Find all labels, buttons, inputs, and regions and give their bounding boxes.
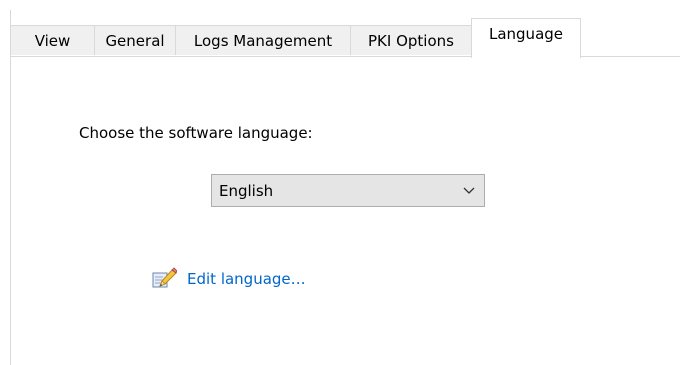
pencil-edit-icon [151,267,177,291]
options-dialog: View General Logs Management PKI Options… [0,0,680,365]
tab-pki-options[interactable]: PKI Options [350,25,472,55]
language-tab-panel: Choose the software language: English Ed… [11,57,680,365]
tab-language[interactable]: Language [471,18,581,58]
tab-logs-management[interactable]: Logs Management [175,25,351,55]
language-dropdown-value: English [219,181,274,200]
chevron-down-icon [454,175,484,206]
edit-language-link[interactable]: Edit language… [151,267,306,291]
tab-view[interactable]: View [10,25,95,55]
tab-bar: View General Logs Management PKI Options… [10,18,680,58]
tab-general[interactable]: General [94,25,176,55]
edit-language-label: Edit language… [187,270,306,288]
language-dropdown[interactable]: English [211,174,485,207]
language-prompt-label: Choose the software language: [79,124,313,142]
